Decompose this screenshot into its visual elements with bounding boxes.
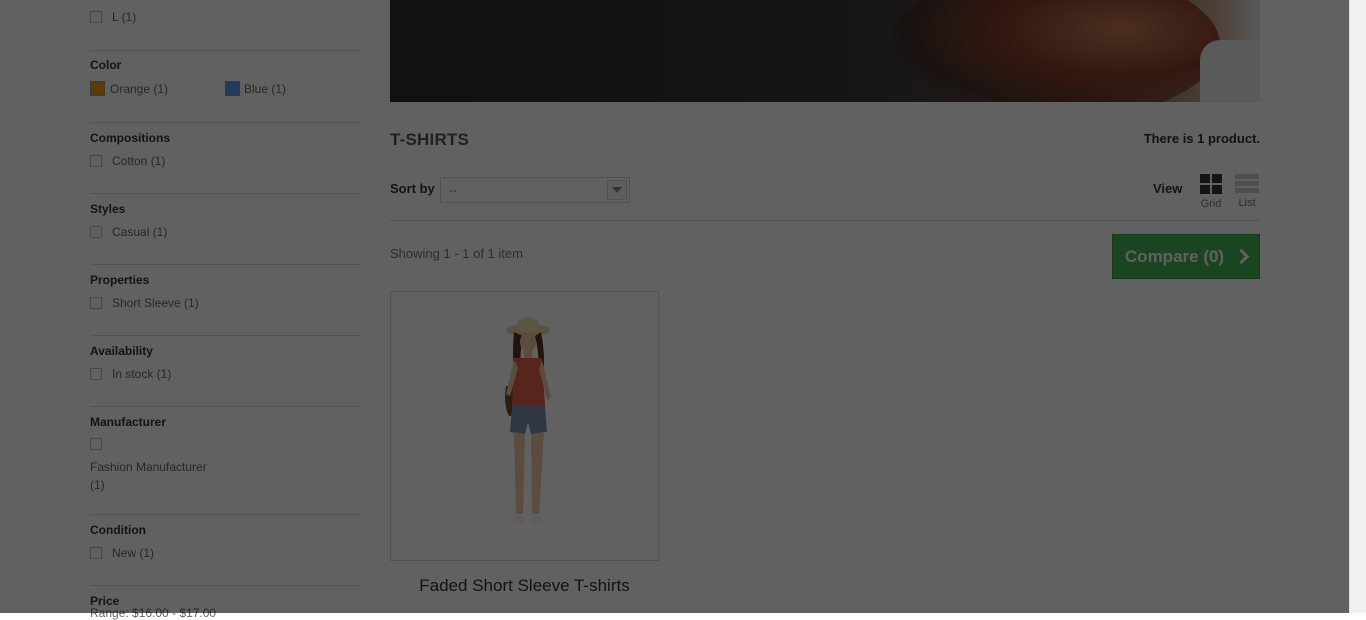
filter-manufacturer-block: Manufacturer Fashion Manufacturer (1) — [90, 407, 360, 515]
category-title: T-SHIRTS — [390, 130, 470, 149]
filter-title: Manufacturer — [90, 415, 167, 429]
grid-icon[interactable] — [1200, 174, 1222, 194]
chevron-down-icon[interactable] — [607, 180, 627, 200]
filter-option-in-stock[interactable]: In stock (1) — [90, 367, 171, 381]
filter-condition-block: Condition New (1) — [90, 515, 360, 586]
view-grid-button[interactable]: Grid — [1200, 174, 1222, 210]
filter-option-fashion-manufacturer[interactable]: Fashion Manufacturer (1) — [90, 458, 207, 494]
filter-option-new[interactable]: New (1) — [90, 546, 154, 560]
view-list-button[interactable]: List — [1235, 174, 1259, 209]
option-label: Casual (1) — [112, 225, 168, 239]
option-label: In stock (1) — [112, 367, 172, 381]
filter-title: Condition — [90, 523, 146, 537]
filter-title: Properties — [90, 273, 150, 287]
checkbox[interactable] — [90, 226, 102, 238]
option-label: L (1) — [112, 10, 137, 24]
sort-selected-value: -- — [449, 183, 457, 197]
filter-styles-block: Styles Casual (1) — [90, 194, 360, 265]
product-count: There is 1 product. — [1143, 131, 1260, 146]
filter-title: Styles — [90, 202, 126, 216]
page: L (1) Color Orange (1) Blue (1) Composit… — [0, 0, 1350, 620]
filter-availability-block: Availability In stock (1) — [90, 336, 360, 407]
filter-color-block: Color Orange (1) Blue (1) — [90, 51, 360, 123]
checkbox[interactable] — [90, 297, 102, 309]
option-label: Orange (1) — [110, 81, 169, 96]
divider — [390, 220, 1260, 221]
view-grid-label: Grid — [1200, 198, 1222, 210]
blue-swatch[interactable] — [225, 81, 240, 96]
filter-title: Color — [90, 58, 122, 72]
checkbox[interactable] — [90, 368, 102, 380]
banner-image — [890, 0, 1220, 102]
product-image[interactable] — [481, 314, 571, 544]
filter-size-block: L (1) — [90, 0, 360, 51]
product-card[interactable] — [390, 291, 659, 561]
product-name[interactable]: Faded Short Sleeve T-shirts — [390, 576, 659, 596]
layered-navigation: L (1) Color Orange (1) Blue (1) Composit… — [90, 0, 360, 616]
option-label: Short Sleeve (1) — [112, 296, 199, 310]
option-label: Fashion Manufacturer — [90, 460, 207, 474]
filter-option-l[interactable]: L (1) — [90, 10, 136, 24]
filter-compositions-block: Compositions Cotton (1) — [90, 123, 360, 194]
filter-title: Compositions — [90, 131, 170, 145]
option-label: Cotton (1) — [112, 154, 166, 168]
filter-option-short-sleeve[interactable]: Short Sleeve (1) — [90, 296, 199, 310]
option-label: New (1) — [112, 546, 155, 560]
checkbox[interactable] — [90, 155, 102, 167]
filter-properties-block: Properties Short Sleeve (1) — [90, 265, 360, 336]
price-range-text: Range: $16.00 - $17.00 — [90, 606, 217, 620]
sort-label: Sort by — [390, 181, 435, 196]
chevron-right-icon — [1233, 248, 1250, 265]
list-icon[interactable] — [1235, 174, 1259, 193]
color-option-orange[interactable]: Orange (1) — [90, 81, 168, 96]
sort-select[interactable]: -- — [440, 177, 630, 203]
filter-option-cotton[interactable]: Cotton (1) — [90, 154, 165, 168]
page-scrollbar[interactable] — [1349, 0, 1366, 613]
checkbox[interactable] — [90, 547, 102, 559]
showing-count: Showing 1 - 1 of 1 item — [390, 246, 523, 261]
option-label: Blue (1) — [244, 81, 287, 96]
filter-title: Availability — [90, 344, 153, 358]
banner-image-detail — [1200, 40, 1260, 102]
orange-swatch[interactable] — [90, 81, 105, 96]
view-label: View — [1153, 181, 1183, 196]
option-count: (1) — [90, 478, 105, 492]
checkbox[interactable] — [90, 11, 102, 23]
color-option-blue[interactable]: Blue (1) — [225, 81, 286, 96]
checkbox[interactable] — [90, 438, 102, 450]
category-banner — [390, 0, 1260, 102]
filter-option-casual[interactable]: Casual (1) — [90, 225, 167, 239]
compare-label: Compare (0) — [1124, 246, 1225, 266]
view-list-label: List — [1238, 197, 1256, 209]
compare-button[interactable]: Compare (0) — [1112, 234, 1260, 279]
